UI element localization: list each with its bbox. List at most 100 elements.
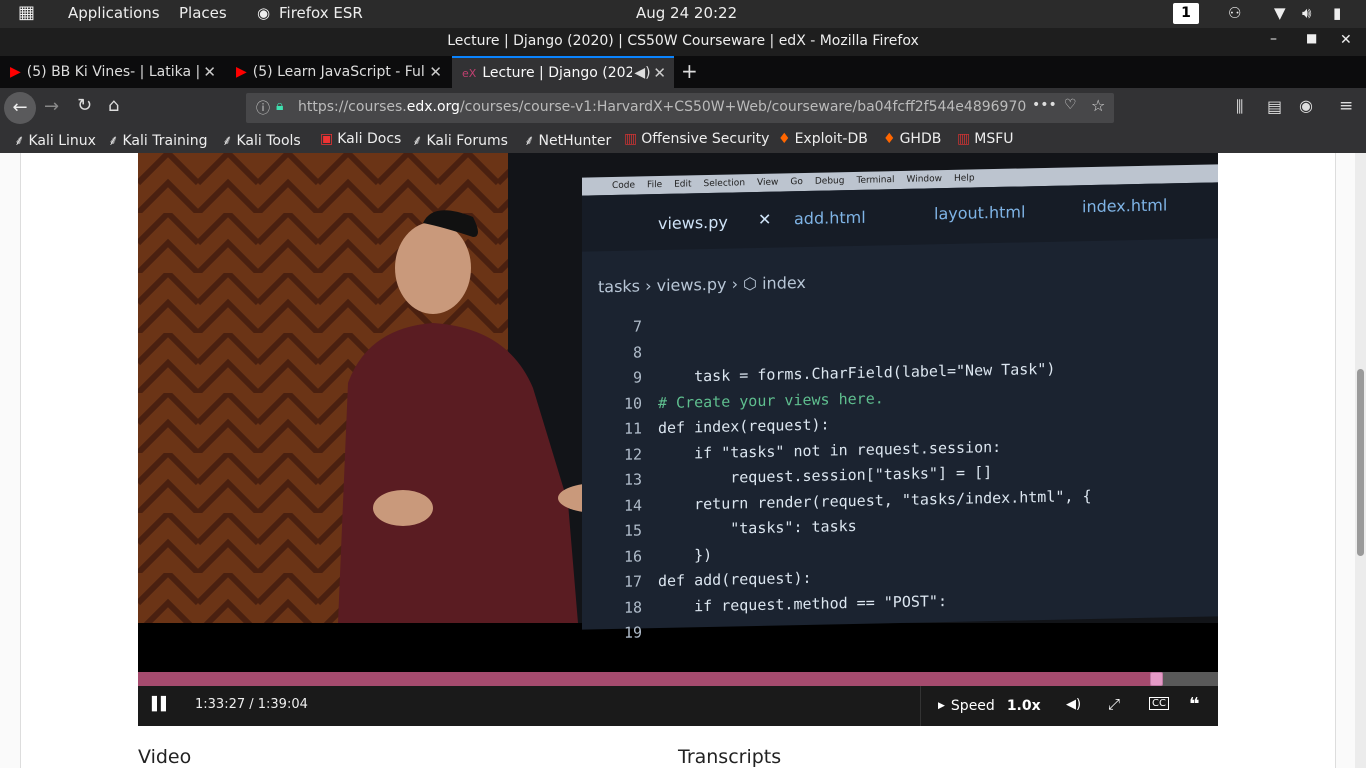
editor-tab: views.py [658,212,728,234]
bookmark-msfu[interactable]: ▥ MSFU [957,131,1014,147]
transcripts-heading: Transcripts [678,746,782,768]
nethunter-icon: ⸙ [524,133,535,149]
speed-value: 1.0x [1006,698,1041,714]
volume-icon[interactable]: ◀) [1066,697,1081,712]
bookmark-label: Kali Training [122,132,208,149]
bookmarks-toolbar: ⸙ Kali Linux ⸙ Kali Training ⸙ Kali Tools ▣… [0,128,1366,153]
url-prefix: https://courses. [298,99,407,115]
edx-icon: eX [462,66,477,80]
bookmark-label: Offensive Security [641,131,770,147]
url-domain: edx.org [406,99,460,115]
kali-icon: ⸙ [222,133,233,149]
minimize-icon[interactable]: – [1270,31,1277,47]
docs-icon: ▣ [320,131,334,147]
library-icon[interactable]: ⫼ [1236,97,1243,117]
tab-label: (5) Learn JavaScript - Full [252,64,425,80]
progress-fill [138,672,1157,686]
info-icon[interactable]: ⓘ [256,98,270,118]
bookmark-label: Kali Docs [337,131,402,147]
caret-right-icon: ▶ [938,701,945,711]
time-display: 1:33:27 / 1:39:04 [195,697,308,712]
bookmark-kali-docs[interactable]: ▣ Kali Docs [320,131,401,147]
bookmark-label: NetHunter [538,132,612,149]
url-bar[interactable]: ⓘ 🔒︎ https://courses.edx.org/courses/cou… [246,93,1114,123]
bookmark-label: Kali Tools [236,132,301,149]
exploit-db-icon: ♦ [778,131,791,147]
people-icon[interactable]: ⚇ [1228,4,1241,22]
window-title: Lecture | Django (2020) | CS50W Coursewa… [447,33,919,49]
page-actions-icon[interactable]: ••• [1032,97,1057,113]
scrollbar-thumb[interactable] [1357,369,1364,556]
lock-icon[interactable]: 🔒︎ [276,98,283,114]
bookmark-label: Exploit-DB [794,131,868,147]
editor-tab: index.html [1082,195,1168,217]
video-controls: ▌▌ 1:33:27 / 1:39:04 ▶ Speed 1.0x ◀) ⤢ C… [138,686,1218,726]
active-app-label[interactable]: Firefox ESR [279,4,363,22]
bookmark-star-icon[interactable]: ☆ [1091,96,1105,115]
new-tab-icon[interactable]: + [681,59,698,83]
pause-icon[interactable]: ▌▌ [152,697,171,712]
tab-lecture-django[interactable]: eX Lecture | Django (2020 ◀) ✕ [452,56,674,88]
firefox-icon: ◉ [257,4,271,22]
navigation-toolbar: ← → ↻ ⌂ ⓘ 🔒︎ https://courses.edx.org/cou… [0,88,1366,128]
window-title-bar: Lecture | Django (2020) | CS50W Coursewa… [0,28,1366,56]
tab-learn-javascript[interactable]: ▶ (5) Learn JavaScript - Full ✕ [226,56,450,88]
url-text[interactable]: https://courses.edx.org/courses/course-v… [298,99,1028,115]
offsec-icon: ▥ [624,131,638,147]
tab-strip: ▶ (5) BB Ki Vines- | Latika | ✕ ▶ (5) Le… [0,56,1366,88]
bookmark-kali-forums[interactable]: ⸙ Kali Forums [412,131,508,150]
bookmark-label: GHDB [899,131,942,147]
forward-icon[interactable]: → [44,96,59,117]
close-tab-icon[interactable]: ✕ [653,64,666,82]
close-window-icon[interactable]: ✕ [1340,32,1352,48]
bookmark-exploit-db[interactable]: ♦ Exploit-DB [778,131,868,147]
battery-icon[interactable]: ▮ [1333,4,1341,22]
sidebar-icon[interactable]: ▤ [1267,97,1282,116]
wifi-icon[interactable]: ▼ [1274,4,1286,22]
speed-label: Speed [950,698,995,714]
editor-tab: add.html [794,207,866,229]
account-icon[interactable]: ◉ [1299,96,1313,115]
editor-tab-close-icon: ✕ [758,209,772,229]
progress-handle[interactable] [1150,672,1164,686]
reload-icon[interactable]: ↻ [77,95,92,116]
bookmark-label: Kali Forums [426,132,508,149]
video-frame[interactable]: Code File Edit Selection View Go Debug Terminal… [138,153,1218,672]
close-tab-icon[interactable]: ✕ [429,63,442,81]
maximize-icon[interactable]: ■ [1306,31,1317,45]
clock[interactable]: Aug 24 20:22 [636,4,737,22]
home-icon[interactable]: ⌂ [108,95,119,116]
video-progress-bar[interactable] [138,672,1218,686]
closed-captions-icon[interactable]: CC [1149,697,1169,710]
bookmark-kali-linux[interactable]: ⸙ Kali Linux [14,131,96,150]
kali-icon: ⸙ [108,133,119,149]
bookmark-nethunter[interactable]: ⸙ NetHunter [524,131,611,150]
editor-breadcrumb: tasks › views.py › ⬡ index [598,272,806,297]
places-menu[interactable]: Places [179,4,227,22]
app-grid-icon[interactable]: ▦ [18,2,35,23]
video-heading: Video [138,746,192,768]
system-top-bar: ▦ Applications Places ◉ Firefox ESR Aug … [0,0,1366,28]
workspace-indicator[interactable]: 1 [1173,3,1199,24]
page-scrollbar[interactable] [1355,153,1366,768]
speed-control[interactable]: ▶ Speed 1.0x [938,698,1041,714]
transcript-quote-icon[interactable]: ❝ [1189,694,1200,715]
bookmark-label: Kali Linux [28,132,96,149]
tab-bb-ki-vines[interactable]: ▶ (5) BB Ki Vines- | Latika | ✕ [0,56,224,88]
fullscreen-icon[interactable]: ⤢ [1108,695,1120,713]
bookmark-kali-training[interactable]: ⸙ Kali Training [108,131,207,150]
bookmark-label: MSFU [974,131,1014,147]
ghdb-icon: ♦ [883,131,896,147]
tab-audio-icon[interactable]: ◀) [634,65,650,81]
editor-tab: layout.html [934,202,1026,224]
close-tab-icon[interactable]: ✕ [203,63,216,81]
volume-icon[interactable]: 🔊︎ [1302,4,1311,22]
bookmark-offensive-security[interactable]: ▥ Offensive Security [624,131,769,147]
code-lines: task = forms.CharField(label="New Task")… [658,359,1092,616]
pocket-icon[interactable]: ♡ [1064,97,1077,113]
bookmark-ghdb[interactable]: ♦ GHDB [883,131,941,147]
applications-menu[interactable]: Applications [68,4,160,22]
bookmark-kali-tools[interactable]: ⸙ Kali Tools [222,131,301,150]
menu-icon[interactable]: ≡ [1339,96,1353,116]
back-icon[interactable]: ← [4,92,36,124]
